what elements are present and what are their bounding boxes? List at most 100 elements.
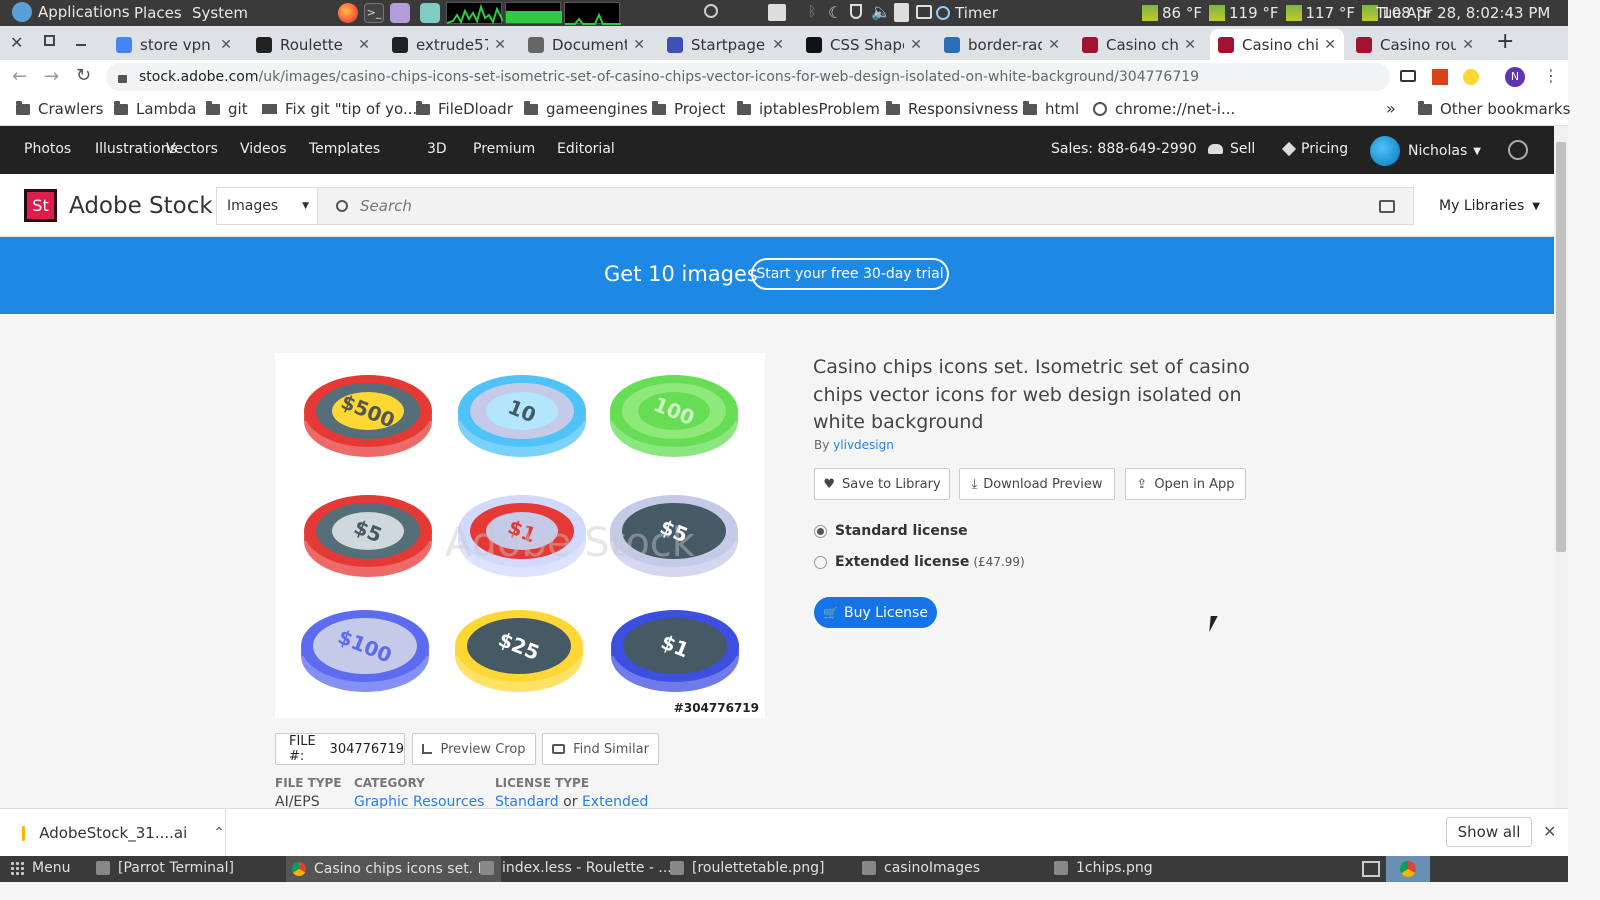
browser-tab[interactable]: Casino chip ✕: [1074, 29, 1204, 60]
bookmark-item[interactable]: Responsivness: [886, 100, 1018, 118]
cast-icon[interactable]: [1400, 70, 1416, 82]
extension-icon[interactable]: [1432, 69, 1448, 85]
nav-3d[interactable]: 3D: [427, 141, 447, 157]
download-item[interactable]: AdobeStock_31....ai ⌃: [0, 809, 226, 857]
scrollbar-thumb[interactable]: [1556, 142, 1566, 552]
bluetooth-icon[interactable]: ᛒ: [808, 4, 816, 20]
browser-tab[interactable]: Startpage.c ✕: [659, 29, 792, 60]
browser-tab[interactable]: Document ✕: [520, 29, 653, 60]
save-to-library-button[interactable]: ♥ Save to Library: [814, 468, 950, 500]
free-trial-button[interactable]: Start your free 30-day trial: [751, 258, 949, 290]
close-tab-icon[interactable]: ✕: [772, 37, 784, 53]
nav-photos[interactable]: Photos: [24, 141, 71, 157]
new-tab-button[interactable]: +: [1496, 29, 1514, 54]
tab-search-close-icon[interactable]: ✕: [10, 33, 23, 52]
radio-selected[interactable]: [814, 524, 827, 538]
close-tab-icon[interactable]: ✕: [358, 37, 370, 53]
browser-tab[interactable]: Roulette ✕: [248, 29, 378, 60]
taskbar-item[interactable]: index.less - Roulette - ...: [480, 860, 672, 876]
bookmark-item[interactable]: html: [1023, 100, 1079, 118]
chevron-up-icon[interactable]: ⌃: [213, 825, 225, 841]
bookmark-item[interactable]: Lambda: [114, 100, 196, 118]
night-light-icon[interactable]: ☾: [828, 3, 842, 22]
page-scrollbar[interactable]: [1554, 126, 1568, 808]
browser-tab[interactable]: CSS Shape ✕: [798, 29, 930, 60]
author-link[interactable]: ylivdesign: [833, 438, 894, 452]
nav-premium[interactable]: Premium: [473, 141, 535, 157]
browser-tab[interactable]: store vpn p ✕: [108, 29, 240, 60]
vpn-shield-icon[interactable]: [850, 4, 862, 19]
open-in-app-button[interactable]: ⇪ Open in App: [1125, 468, 1246, 500]
close-tab-icon[interactable]: ✕: [1462, 37, 1474, 53]
reload-button[interactable]: ↻: [76, 65, 91, 86]
preview-crop-button[interactable]: Preview Crop: [412, 733, 536, 765]
bookmark-item[interactable]: chrome://net-i...: [1093, 100, 1235, 118]
close-tab-icon[interactable]: ✕: [220, 37, 232, 53]
visual-search-camera-icon[interactable]: [1379, 200, 1395, 213]
extended-license-option[interactable]: Extended license (£47.99): [814, 554, 1025, 570]
restore-window-icon[interactable]: [44, 35, 55, 46]
bookmark-item[interactable]: Project: [652, 100, 725, 118]
workspace-switcher-icon[interactable]: [1362, 861, 1380, 877]
search-icon[interactable]: [704, 4, 718, 18]
creative-cloud-icon[interactable]: [1508, 140, 1528, 160]
forward-button[interactable]: →: [44, 66, 59, 87]
chrome-tray-icon[interactable]: [1386, 856, 1430, 882]
bookmark-item[interactable]: git: [206, 100, 248, 118]
nav-templates[interactable]: Templates: [309, 141, 380, 157]
taskbar-item[interactable]: [Parrot Terminal]: [96, 860, 234, 876]
terminal-launcher-icon[interactable]: >_: [364, 3, 384, 23]
download-preview-button[interactable]: ⤓ Download Preview: [959, 468, 1115, 500]
show-all-button[interactable]: Show all: [1446, 817, 1532, 847]
user-menu[interactable]: Nicholas ▼: [1370, 136, 1481, 166]
volume-icon[interactable]: 🔈: [871, 2, 891, 21]
close-tab-icon[interactable]: ✕: [910, 37, 922, 53]
bookmark-item[interactable]: Crawlers: [16, 100, 103, 118]
remote-desktop-icon[interactable]: [768, 4, 786, 21]
radio-unselected[interactable]: [814, 555, 827, 569]
browser-tab[interactable]: Casino roul ✕: [1348, 29, 1482, 60]
nav-vectors[interactable]: Vectors: [166, 141, 218, 157]
sell-link[interactable]: Sell: [1208, 141, 1255, 157]
clipboard-icon[interactable]: [894, 3, 909, 22]
search-scope-select[interactable]: Images ▼: [217, 188, 318, 224]
standard-license-option[interactable]: Standard license: [814, 523, 968, 539]
find-similar-button[interactable]: Find Similar: [542, 733, 659, 765]
timer-applet[interactable]: Timer: [936, 4, 998, 22]
close-download-shelf-icon[interactable]: ✕: [1543, 822, 1556, 841]
other-bookmarks[interactable]: Other bookmarks: [1418, 100, 1570, 118]
start-menu-button[interactable]: Menu: [10, 860, 70, 876]
browser-tab[interactable]: extrude572 ✕: [384, 29, 514, 60]
adobe-stock-logo[interactable]: St Adobe Stock: [24, 189, 213, 222]
nav-videos[interactable]: Videos: [240, 141, 287, 157]
close-tab-icon[interactable]: ✕: [633, 37, 645, 53]
back-button[interactable]: ←: [12, 66, 27, 87]
taskbar-item[interactable]: [roulettetable.png]: [670, 860, 824, 876]
browser-tab[interactable]: Casino chip ✕: [1210, 29, 1344, 60]
minimize-window-icon[interactable]: [76, 44, 86, 46]
pricing-link[interactable]: Pricing: [1281, 141, 1348, 157]
firefox-launcher-icon[interactable]: [338, 3, 358, 23]
nav-editorial[interactable]: Editorial: [557, 141, 615, 157]
clock[interactable]: Tue Apr 28, 8:02:43 PM: [1376, 4, 1550, 22]
bookmark-item[interactable]: FileDloadr: [416, 100, 513, 118]
places-menu[interactable]: Places: [134, 4, 182, 22]
system-menu[interactable]: System: [192, 4, 248, 22]
nav-illustrations[interactable]: Illustrations: [95, 141, 177, 157]
bookmark-item[interactable]: gameengines: [524, 100, 648, 118]
extension-icon[interactable]: [1463, 69, 1479, 85]
bookmark-item[interactable]: iptablesProblem: [737, 100, 880, 118]
close-tab-icon[interactable]: ✕: [1184, 37, 1196, 53]
notes-launcher-icon[interactable]: [420, 3, 440, 23]
close-tab-icon[interactable]: ✕: [1324, 37, 1336, 53]
address-bar[interactable]: stock.adobe.com/uk/images/casino-chips-i…: [106, 63, 1390, 91]
bookmark-item[interactable]: Fix git "tip of yo...: [262, 100, 417, 118]
buy-license-button[interactable]: 🛒 Buy License: [814, 597, 937, 628]
my-libraries-menu[interactable]: My Libraries ▼: [1439, 198, 1540, 214]
close-tab-icon[interactable]: ✕: [1048, 37, 1060, 53]
browser-menu-icon[interactable]: ⋮: [1543, 66, 1559, 85]
taskbar-item[interactable]: Casino chips icons set. I...: [286, 856, 502, 882]
bookmarks-overflow-icon[interactable]: »: [1386, 99, 1396, 118]
browser-tab[interactable]: border-rad ✕: [936, 29, 1068, 60]
applications-menu[interactable]: Applications: [12, 2, 130, 22]
